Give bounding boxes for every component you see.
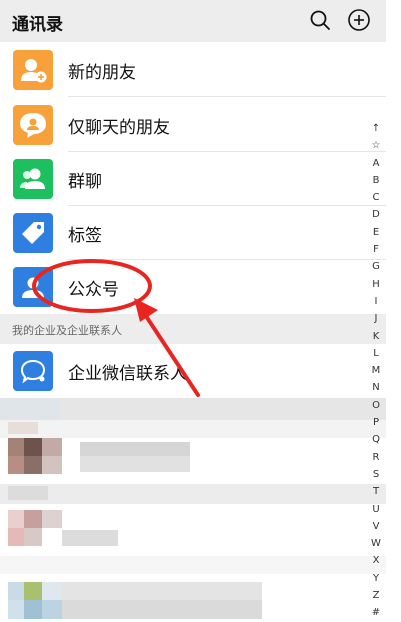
group-chats-row[interactable]: 群聊 <box>0 152 386 206</box>
index-letter[interactable]: D <box>366 206 386 223</box>
search-icon <box>310 10 330 30</box>
index-letter[interactable]: E <box>366 224 386 241</box>
index-letter[interactable]: U <box>366 501 386 518</box>
index-letter[interactable]: W <box>366 535 386 552</box>
page-title: 通讯录 <box>12 15 63 35</box>
tag-icon <box>13 213 53 253</box>
index-strip-bg <box>386 0 401 619</box>
index-letter[interactable]: S <box>366 466 386 483</box>
chat-bubble-person-icon <box>13 105 53 145</box>
wecom-contacts-row[interactable]: 企业微信联系人 <box>0 344 386 398</box>
chat-only-friends-label: 仅聊天的朋友 <box>68 118 170 138</box>
divider <box>68 96 386 97</box>
plus-circle-icon <box>348 9 370 31</box>
enterprise-section-header: 我的企业及企业联系人 <box>0 314 386 344</box>
index-letter[interactable]: L <box>366 345 386 362</box>
tags-row[interactable]: 标签 <box>0 206 386 260</box>
index-letter[interactable]: V <box>366 518 386 535</box>
index-letter[interactable]: Q <box>366 431 386 448</box>
index-letter[interactable]: X <box>366 552 386 569</box>
section-title: 我的企业及企业联系人 <box>12 324 122 337</box>
group-chats-label: 群聊 <box>68 172 102 192</box>
index-letter[interactable]: M <box>366 362 386 379</box>
index-letter[interactable]: N <box>366 379 386 396</box>
chat-only-friends-row[interactable]: 仅聊天的朋友 <box>0 98 386 152</box>
index-letter[interactable]: Y <box>366 570 386 587</box>
index-letter[interactable]: ☆ <box>366 137 386 154</box>
index-letter[interactable]: B <box>366 172 386 189</box>
index-letter[interactable]: R <box>366 449 386 466</box>
top-bar: 通讯录 <box>0 0 386 42</box>
official-account-icon <box>13 267 53 307</box>
index-letter[interactable]: P <box>366 414 386 431</box>
index-letter[interactable]: H <box>366 276 386 293</box>
index-letter[interactable]: C <box>366 189 386 206</box>
alphabet-index[interactable]: ↑ ☆ A B C D E F G H I J K L M N O P Q R S T U V W X Y Z # <box>366 120 386 622</box>
index-letter[interactable]: # <box>366 604 386 621</box>
search-button[interactable] <box>308 8 332 32</box>
index-letter[interactable]: ↑ <box>366 120 386 137</box>
index-letter[interactable]: G <box>366 258 386 275</box>
index-letter[interactable]: F <box>366 241 386 258</box>
new-friends-row[interactable]: 新的朋友 <box>0 43 386 97</box>
add-button[interactable] <box>347 8 371 32</box>
wecom-contacts-label: 企业微信联系人 <box>68 364 187 384</box>
index-letter[interactable]: T <box>366 483 386 500</box>
wecom-icon <box>13 351 53 391</box>
tags-label: 标签 <box>68 226 102 246</box>
index-letter[interactable]: Z <box>366 587 386 604</box>
official-accounts-row[interactable]: 公众号 <box>0 260 386 314</box>
index-letter[interactable]: K <box>366 328 386 345</box>
new-friends-icon <box>13 50 53 90</box>
index-letter[interactable]: I <box>366 293 386 310</box>
group-icon <box>13 159 53 199</box>
index-letter[interactable]: J <box>366 310 386 327</box>
new-friends-label: 新的朋友 <box>68 63 136 83</box>
official-accounts-label: 公众号 <box>68 280 119 300</box>
index-letter[interactable]: O <box>366 397 386 414</box>
blurred-contact-list <box>0 398 386 619</box>
index-letter[interactable]: A <box>366 155 386 172</box>
